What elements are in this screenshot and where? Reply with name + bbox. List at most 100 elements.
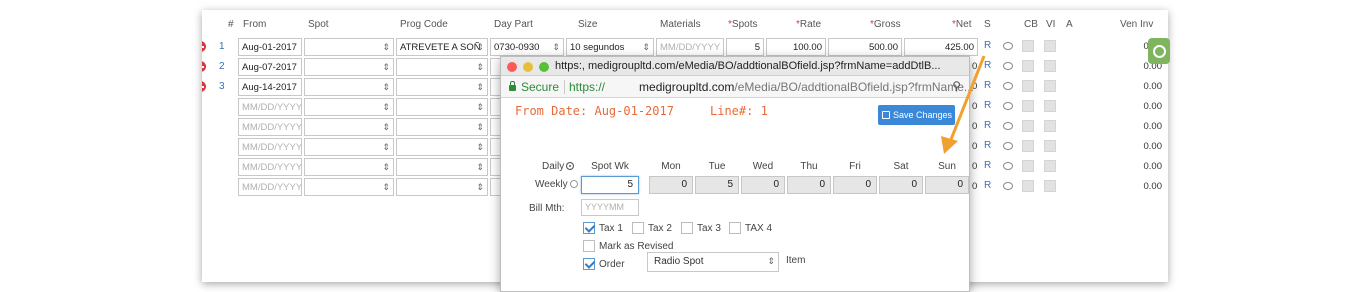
revise-link[interactable]: R [984, 140, 991, 151]
day-input-fri[interactable]: 0 [833, 176, 877, 194]
comment-icon[interactable] [1003, 122, 1013, 130]
day-input-spot-wk[interactable]: 5 [581, 176, 639, 194]
tax1-checkbox[interactable] [583, 222, 595, 234]
mark-revised-checkbox[interactable] [583, 240, 595, 252]
comment-icon[interactable] [1003, 142, 1013, 150]
vi-checkbox[interactable] [1044, 160, 1056, 172]
day-header-sun: Sun [938, 161, 956, 172]
revise-link[interactable]: R [984, 80, 991, 91]
line-number-heading: Line#: 1 [710, 104, 768, 118]
zoom-icon[interactable]: ⚲ [952, 79, 961, 93]
col-spots: *Spots [728, 19, 758, 30]
cb-checkbox[interactable] [1022, 80, 1034, 92]
popup-body: From Date: Aug-01-2017 Line#: 1 Save Cha… [501, 98, 969, 291]
mark-revised-label: Mark as Revised [599, 241, 674, 252]
item-label: Item [786, 255, 806, 266]
vi-checkbox[interactable] [1044, 40, 1056, 52]
tax2-checkbox[interactable] [632, 222, 644, 234]
secure-label: Secure [521, 80, 560, 94]
address-bar[interactable]: Secure https://medigroupltd.com/eMedia/B… [501, 76, 974, 98]
bill-month-label: Bill Mth: [529, 203, 565, 214]
col-materials: Materials [660, 19, 701, 30]
revise-link[interactable]: R [984, 180, 991, 191]
tax3-label: Tax 3 [697, 223, 721, 234]
ven-inv-value: 0.00 [1143, 161, 1163, 172]
ven-inv-value: 0.00 [1143, 141, 1163, 152]
revise-link[interactable]: R [984, 40, 991, 51]
revise-link[interactable]: R [984, 100, 991, 111]
order-type-select[interactable]: Radio Spot [647, 252, 779, 272]
col-vi: VI [1046, 19, 1056, 30]
additional-fields-popup: https:, medigroupltd.com/eMedia/BO/addti… [500, 56, 974, 292]
tax3-checkbox[interactable] [681, 222, 693, 234]
vi-checkbox[interactable] [1044, 120, 1056, 132]
day-header-fri: Fri [849, 161, 861, 172]
comment-icon[interactable] [1003, 162, 1013, 170]
col-size: Size [578, 19, 598, 30]
day-input-tue[interactable]: 5 [695, 176, 739, 194]
day-header-wed: Wed [752, 161, 774, 172]
maximize-window-icon[interactable] [539, 62, 549, 72]
comment-icon[interactable] [1003, 82, 1013, 90]
revise-link[interactable]: R [984, 120, 991, 131]
col-s: S [984, 19, 991, 30]
revise-link[interactable]: R [984, 60, 991, 71]
revise-link[interactable]: R [984, 160, 991, 171]
day-header-sat: Sat [893, 161, 909, 172]
zoom-side-tab-icon[interactable] [1148, 38, 1170, 64]
minimize-window-icon[interactable] [523, 62, 533, 72]
vi-checkbox[interactable] [1044, 140, 1056, 152]
order-checkbox[interactable] [583, 258, 595, 270]
cb-checkbox[interactable] [1022, 140, 1034, 152]
cb-checkbox[interactable] [1022, 120, 1034, 132]
url-separator [564, 80, 565, 94]
save-disk-icon [882, 111, 890, 119]
weekly-option[interactable]: Weekly [535, 179, 578, 190]
comment-icon[interactable] [1003, 102, 1013, 110]
tax4-checkbox[interactable] [729, 222, 741, 234]
lock-icon [509, 81, 516, 91]
daily-radio[interactable] [566, 162, 575, 170]
save-changes-button[interactable]: Save Changes [878, 105, 955, 125]
tax4-label: TAX 4 [745, 223, 773, 234]
cb-checkbox[interactable] [1022, 60, 1034, 72]
ven-inv-value: 0.00 [1143, 121, 1163, 132]
day-input-sun[interactable]: 0 [925, 176, 969, 194]
col-cb: CB [1024, 19, 1038, 30]
cb-checkbox[interactable] [1022, 100, 1034, 112]
ven-inv-value: 0.00 [1143, 181, 1163, 192]
cb-checkbox[interactable] [1022, 40, 1034, 52]
comment-icon[interactable] [1003, 62, 1013, 70]
vi-checkbox[interactable] [1044, 60, 1056, 72]
url-text[interactable]: https://medigroupltd.com/eMedia/BO/addti… [569, 80, 974, 94]
col-rate: *Rate [796, 19, 822, 30]
day-input-wed[interactable]: 0 [741, 176, 785, 194]
comment-icon[interactable] [1003, 182, 1013, 190]
day-header-spot-wk: Spot Wk [591, 161, 629, 172]
weekly-radio[interactable] [569, 180, 578, 188]
window-title: https:, medigroupltd.com/eMedia/BO/addti… [555, 60, 941, 72]
comment-icon[interactable] [1003, 42, 1013, 50]
vi-checkbox[interactable] [1044, 180, 1056, 192]
col-prog-code: Prog Code [400, 19, 448, 30]
day-header-thu: Thu [800, 161, 818, 172]
table-header: # From Spot Prog Code Day Part Size Mate… [202, 10, 1168, 36]
popup-titlebar: https:, medigroupltd.com/eMedia/BO/addti… [501, 57, 969, 76]
from-date-heading: From Date: Aug-01-2017 [515, 104, 674, 118]
tax2-label: Tax 2 [648, 223, 672, 234]
day-input-mon[interactable]: 0 [649, 176, 693, 194]
vi-checkbox[interactable] [1044, 80, 1056, 92]
day-input-thu[interactable]: 0 [787, 176, 831, 194]
bill-month-field[interactable]: YYYYMM [581, 199, 639, 216]
close-window-icon[interactable] [507, 62, 517, 72]
day-header-mon: Mon [661, 161, 681, 172]
col-hash: # [228, 19, 234, 30]
daily-option[interactable]: Daily [542, 161, 575, 172]
order-label: Order [599, 259, 625, 270]
col-ven-inv: Ven Inv [1120, 19, 1154, 30]
day-input-sat[interactable]: 0 [879, 176, 923, 194]
cb-checkbox[interactable] [1022, 160, 1034, 172]
cb-checkbox[interactable] [1022, 180, 1034, 192]
day-header-tue: Tue [708, 161, 726, 172]
vi-checkbox[interactable] [1044, 100, 1056, 112]
